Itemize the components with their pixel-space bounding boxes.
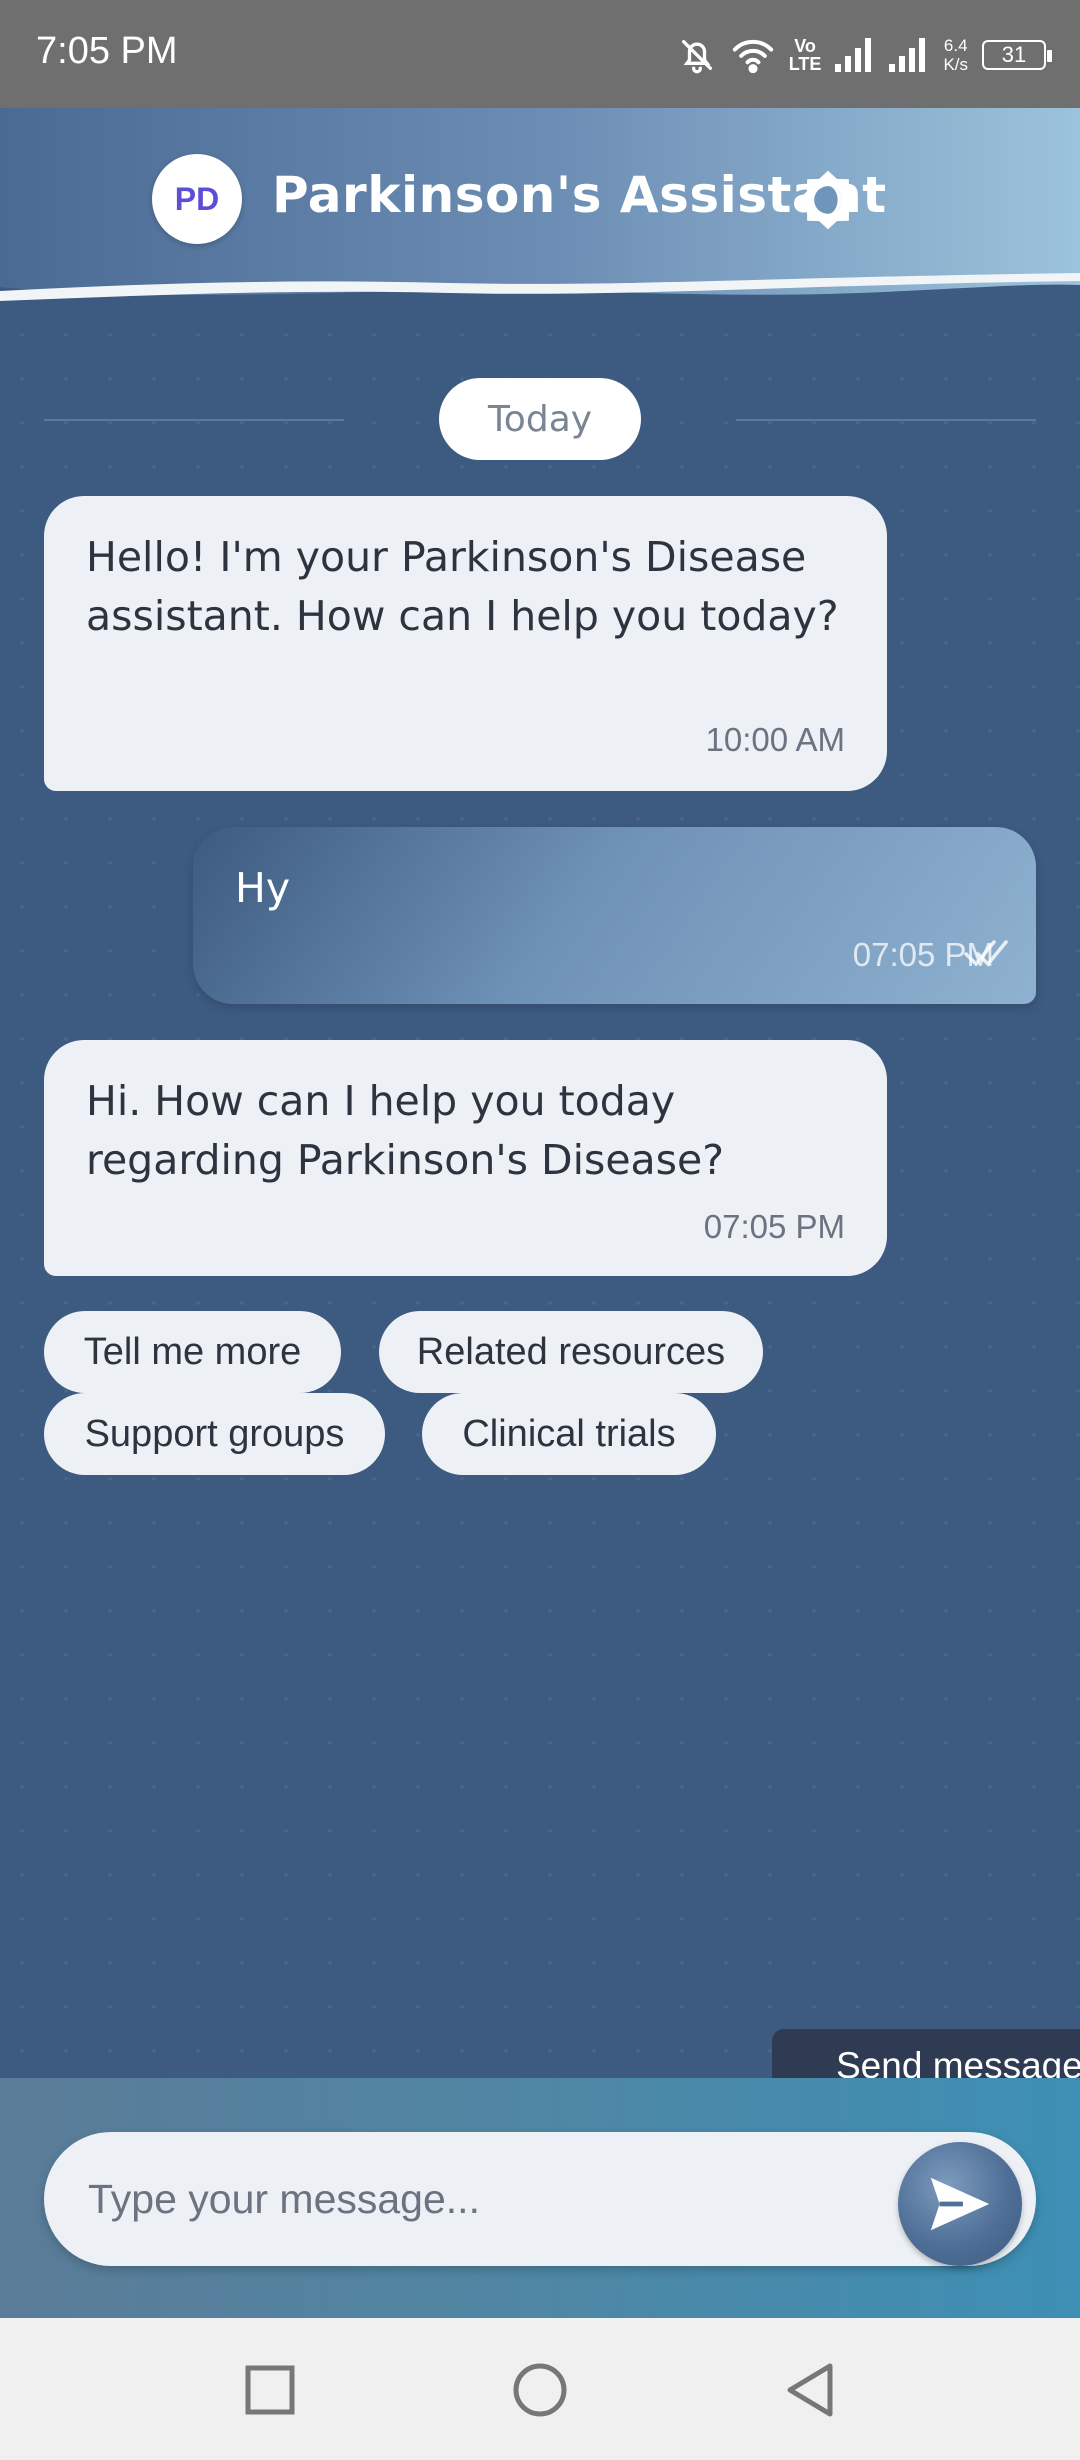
recents-square-icon[interactable] (238, 2358, 302, 2422)
message-text: Hy (235, 864, 291, 912)
system-nav-bar (0, 2318, 1080, 2460)
send-icon (930, 2177, 990, 2231)
speed-value: 6.4 (943, 36, 968, 55)
wifi-icon (731, 35, 775, 75)
home-circle-icon[interactable] (508, 2358, 572, 2422)
status-time: 7:05 PM (36, 30, 178, 72)
status-bar: 7:05 PM Vo LTE 6.4 K/s 31 (0, 0, 1080, 108)
message-text: Hello! I'm your Parkinson's Disease assi… (86, 533, 839, 640)
bot-message: Hello! I'm your Parkinson's Disease assi… (44, 496, 887, 791)
battery-icon: 31 (982, 40, 1052, 70)
message-time: 10:00 AM (705, 721, 845, 758)
volte-label: Vo (794, 36, 816, 56)
bell-off-icon (677, 35, 717, 75)
quick-reply-chip[interactable]: Clinical trials (422, 1393, 716, 1475)
message-input[interactable] (88, 2162, 888, 2236)
status-icons: Vo LTE 6.4 K/s 31 (677, 30, 1052, 80)
message-text: Hi. How can I help you today regarding P… (86, 1077, 725, 1184)
header-wave (0, 273, 1080, 313)
user-message: Hy 07:05 PM (193, 827, 1036, 1004)
chat-area[interactable]: Today Hello! I'm your Parkinson's Diseas… (0, 313, 1080, 2078)
message-time: 07:05 PM (703, 1208, 845, 1245)
quick-reply-chip[interactable]: Related resources (379, 1311, 763, 1393)
network-speed: 6.4 K/s (943, 36, 968, 74)
signal-icon (889, 38, 929, 72)
message-input-container (44, 2132, 1036, 2266)
bot-message: Hi. How can I help you today regarding P… (44, 1040, 887, 1276)
back-triangle-icon[interactable] (778, 2358, 842, 2422)
composer-bar (0, 2078, 1080, 2318)
quick-reply-chip[interactable]: Tell me more (44, 1311, 341, 1393)
app-title: Parkinson's Assistant (272, 166, 887, 224)
divider-line (44, 419, 344, 421)
date-label: Today (439, 378, 641, 460)
app-header: PD Parkinson's Assistant (0, 108, 1080, 313)
quick-reply-chip[interactable]: Support groups (44, 1393, 385, 1475)
speed-unit: K/s (943, 55, 968, 74)
divider-line (736, 419, 1036, 421)
volte-indicator: Vo LTE (789, 37, 822, 73)
brightness-icon[interactable] (796, 168, 860, 232)
send-button[interactable] (898, 2142, 1022, 2266)
double-check-icon (964, 925, 1008, 984)
date-divider: Today (0, 378, 1080, 460)
signal-icon (835, 38, 875, 72)
app-logo: PD (152, 154, 242, 244)
lte-label: LTE (788, 54, 822, 74)
